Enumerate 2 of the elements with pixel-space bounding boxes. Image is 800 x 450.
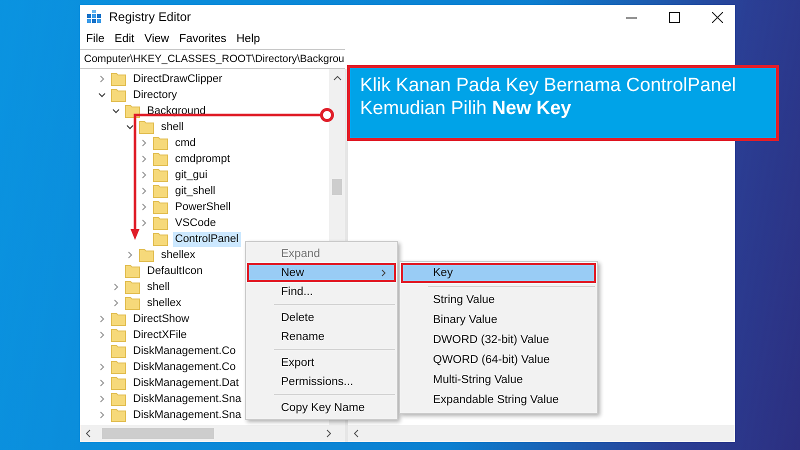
window-title: Registry Editor — [109, 10, 191, 24]
instruction-callout: Klik Kanan Pada Key Bernama ControlPanel Kemudian Pilih New Key — [347, 65, 779, 141]
